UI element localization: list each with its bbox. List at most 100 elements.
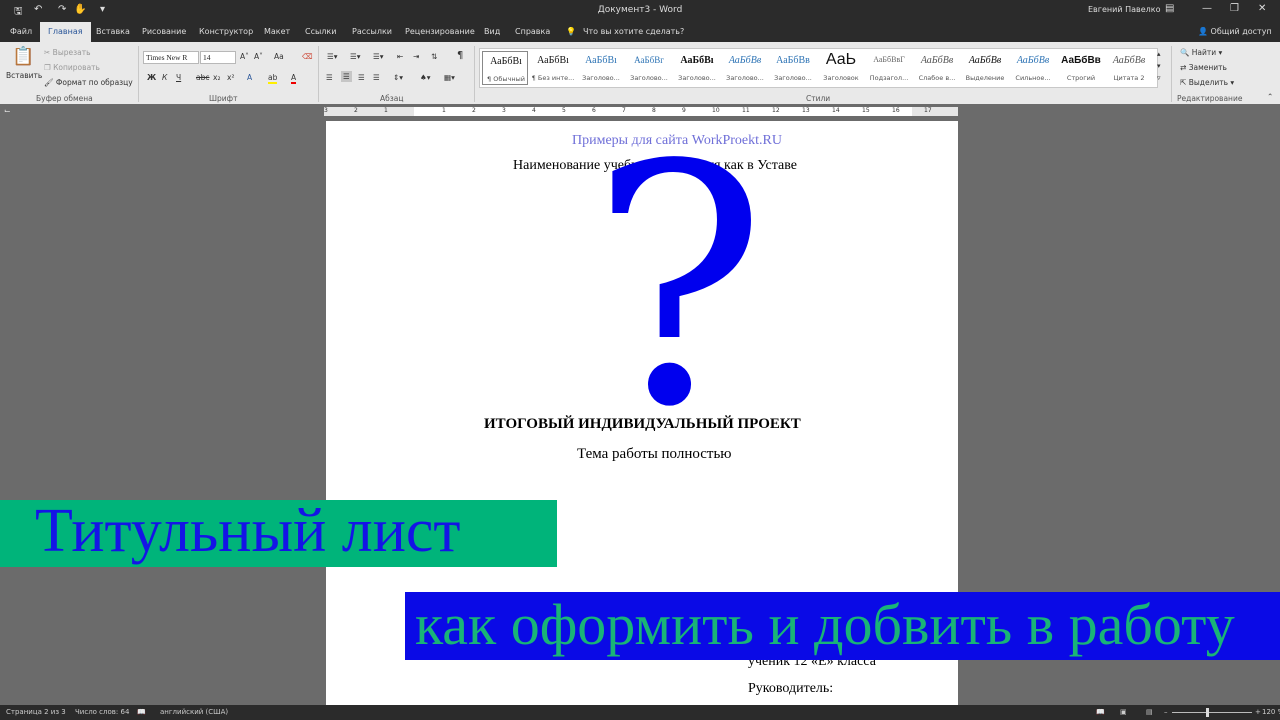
borders-icon[interactable]: ▦▾ bbox=[444, 73, 455, 82]
decrease-indent-icon[interactable]: ⇤ bbox=[397, 52, 403, 61]
style-heading-2[interactable]: АаБбВг Заголово... bbox=[626, 51, 672, 85]
print-layout-icon[interactable]: ▣ bbox=[1120, 708, 1127, 716]
collapse-ribbon-icon[interactable]: ⌃ bbox=[1267, 92, 1273, 101]
tab-file[interactable]: Файл bbox=[10, 27, 32, 36]
style-heading-5[interactable]: АаБбВв Заголово... bbox=[770, 51, 816, 85]
supervisor-line: Руководитель: bbox=[748, 681, 834, 696]
tab-selector-icon[interactable]: ⌙ bbox=[4, 106, 11, 115]
select-button[interactable]: ⇱ Выделить ▾ bbox=[1180, 78, 1234, 87]
cursor-icon: ⇱ bbox=[1180, 78, 1187, 87]
separator bbox=[138, 46, 139, 102]
paste-button[interactable]: Вставить bbox=[6, 71, 42, 80]
style-subtle-emphasis[interactable]: АаБбВв Слабое в... bbox=[914, 51, 960, 85]
format-painter-button[interactable]: 🖌 Формат по образцу bbox=[44, 78, 133, 87]
justify-icon[interactable]: ☰ bbox=[373, 73, 380, 82]
zoom-slider-handle[interactable] bbox=[1206, 708, 1209, 717]
highlight-button[interactable]: ab bbox=[268, 73, 278, 84]
style-preview: АаЬ bbox=[825, 51, 857, 68]
tab-draw[interactable]: Рисование bbox=[142, 27, 186, 36]
tab-mailings[interactable]: Рассылки bbox=[352, 27, 392, 36]
clear-format-icon[interactable]: ⌫ bbox=[302, 52, 313, 61]
paste-icon[interactable]: 📋 bbox=[12, 46, 34, 67]
multilevel-list-icon[interactable]: ☰▾ bbox=[373, 52, 384, 61]
style-heading-1[interactable]: АаБбВı Заголово... bbox=[578, 51, 624, 85]
superscript-button[interactable]: x² bbox=[227, 73, 234, 82]
close-button[interactable]: ✕ bbox=[1258, 3, 1266, 14]
ribbon-tabs: Файл Главная Вставка Рисование Конструкт… bbox=[0, 22, 1280, 42]
strikethrough-button[interactable]: abc bbox=[196, 73, 209, 82]
font-size-box[interactable]: 14 bbox=[200, 51, 236, 64]
style-name: Заголово... bbox=[630, 74, 668, 82]
ribbon-options-icon[interactable]: ▤ bbox=[1165, 3, 1174, 14]
find-button[interactable]: 🔍 Найти ▾ bbox=[1180, 48, 1222, 57]
tab-help[interactable]: Справка bbox=[515, 27, 550, 36]
bullets-icon[interactable]: ☰▾ bbox=[327, 52, 338, 61]
style-title[interactable]: АаЬ Заголовок bbox=[818, 51, 864, 85]
style-subtitle[interactable]: АаБбВвГ Подзагол... bbox=[866, 51, 912, 85]
bold-button[interactable]: Ж bbox=[147, 73, 156, 82]
copy-button[interactable]: ❐ Копировать bbox=[44, 63, 100, 72]
style-name: Выделение bbox=[965, 74, 1005, 82]
numbering-icon[interactable]: ☰▾ bbox=[350, 52, 361, 61]
style-quote-2[interactable]: АаБбВв Цитата 2 bbox=[1106, 51, 1152, 85]
tab-design[interactable]: Конструктор bbox=[199, 27, 253, 36]
italic-button[interactable]: К bbox=[162, 73, 167, 82]
user-name[interactable]: Евгений Павелко bbox=[1088, 5, 1160, 14]
tab-review[interactable]: Рецензирование bbox=[405, 27, 475, 36]
tab-references[interactable]: Ссылки bbox=[305, 27, 336, 36]
minimize-button[interactable]: — bbox=[1202, 3, 1212, 14]
subscript-button[interactable]: x₂ bbox=[213, 73, 220, 82]
tab-view[interactable]: Вид bbox=[484, 27, 500, 36]
editing-group-label: Редактирование bbox=[1177, 94, 1243, 103]
increase-indent-icon[interactable]: ⇥ bbox=[413, 52, 419, 61]
align-center-icon[interactable]: ☰ bbox=[341, 71, 352, 82]
style-heading-4[interactable]: АаБбВв Заголово... bbox=[722, 51, 768, 85]
style-preview: АаБбВг bbox=[634, 55, 664, 65]
text-effects-icon[interactable]: A bbox=[247, 73, 252, 82]
tab-insert[interactable]: Вставка bbox=[96, 27, 130, 36]
align-left-icon[interactable]: ☰ bbox=[326, 73, 333, 82]
share-button[interactable]: 👤 Общий доступ bbox=[1198, 27, 1272, 36]
page-count[interactable]: Страница 2 из 3 bbox=[6, 708, 66, 716]
tell-me-search[interactable]: Что вы хотите сделать? bbox=[583, 27, 684, 36]
styles-scroll-up-icon[interactable]: ▴ bbox=[1157, 50, 1161, 58]
zoom-out-icon[interactable]: – bbox=[1164, 708, 1168, 716]
style-name: ¶ Обычный bbox=[487, 75, 525, 83]
sort-icon[interactable]: ⇅ bbox=[431, 52, 437, 61]
font-color-button[interactable]: A bbox=[291, 73, 297, 84]
cut-button[interactable]: ✂ Вырезать bbox=[44, 48, 91, 57]
style-emphasis[interactable]: АаБбВв Выделение bbox=[962, 51, 1008, 85]
align-right-icon[interactable]: ☰ bbox=[358, 73, 365, 82]
pilcrow-button[interactable]: ¶ bbox=[457, 50, 463, 61]
style-no-spacing[interactable]: АаБбВı ¶ Без инте... bbox=[530, 51, 576, 85]
replace-icon: ⇄ bbox=[1180, 63, 1187, 72]
replace-button[interactable]: ⇄ Заменить bbox=[1180, 63, 1227, 72]
ruler-number: 12 bbox=[772, 107, 780, 114]
style-preview: АаБбВı bbox=[680, 55, 714, 66]
select-label: Выделить bbox=[1188, 78, 1229, 87]
web-layout-icon[interactable]: ▤ bbox=[1146, 708, 1153, 716]
proofing-icon[interactable]: 📖 bbox=[137, 708, 146, 716]
style-heading-3[interactable]: АаБбВı Заголово... bbox=[674, 51, 720, 85]
style-intense-emphasis[interactable]: АаБбВв Сильное... bbox=[1010, 51, 1056, 85]
styles-scroll-down-icon[interactable]: ▾ bbox=[1157, 62, 1161, 70]
underline-button[interactable]: Ч bbox=[176, 73, 181, 82]
style-strong[interactable]: АаБбВв Строгий bbox=[1058, 51, 1104, 85]
word-count[interactable]: Число слов: 64 bbox=[75, 708, 129, 716]
language-indicator[interactable]: английский (США) bbox=[160, 708, 228, 716]
change-case-button[interactable]: Aa bbox=[274, 52, 284, 61]
line-spacing-icon[interactable]: ⇕▾ bbox=[393, 73, 403, 82]
styles-more-icon[interactable]: ▿ bbox=[1157, 74, 1161, 82]
shading-icon[interactable]: ♠▾ bbox=[420, 73, 431, 82]
grow-font-button[interactable]: A˄ bbox=[240, 52, 249, 61]
zoom-slider[interactable] bbox=[1172, 712, 1252, 713]
restore-button[interactable]: ❐ bbox=[1230, 3, 1239, 14]
read-mode-icon[interactable]: 📖 bbox=[1096, 708, 1105, 716]
style-normal[interactable]: АаБбВı ¶ Обычный bbox=[482, 51, 528, 85]
zoom-level[interactable]: 120 % bbox=[1262, 708, 1280, 716]
shrink-font-button[interactable]: A˅ bbox=[254, 52, 263, 61]
font-name-box[interactable]: Times New R bbox=[143, 51, 199, 64]
tab-layout[interactable]: Макет bbox=[264, 27, 290, 36]
tab-home[interactable]: Главная bbox=[40, 22, 91, 42]
zoom-in-icon[interactable]: + bbox=[1255, 708, 1261, 716]
